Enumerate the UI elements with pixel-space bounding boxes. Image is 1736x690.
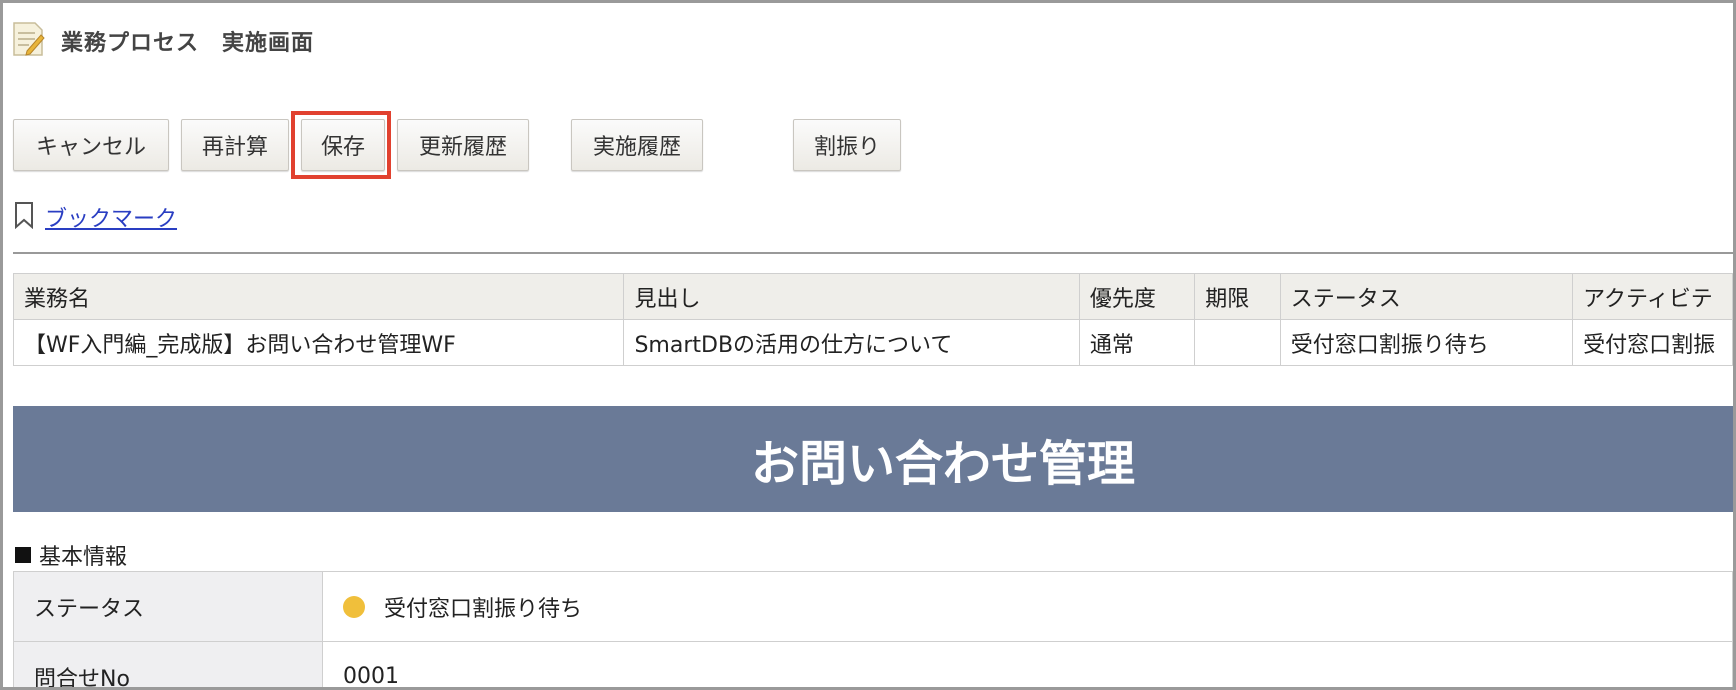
divider <box>13 252 1733 254</box>
cell-status: 受付窓口割振り待ち <box>1279 319 1574 366</box>
execution-history-button[interactable]: 実施履歴 <box>571 119 703 171</box>
basic-info-table: ステータス 受付窓口割振り待ち 問合せNo 0001 <box>13 571 1733 687</box>
bookmark: ブックマーク <box>13 201 177 233</box>
cell-activity: 受付窓口割振 <box>1572 319 1733 366</box>
cell-priority: 通常 <box>1078 319 1196 366</box>
section-title: 基本情報 <box>39 545 128 570</box>
table-row: 問合せNo 0001 <box>13 641 1733 687</box>
bookmark-link[interactable]: ブックマーク <box>45 201 177 233</box>
status-value: 受付窓口割振り待ち <box>384 596 583 622</box>
header-priority: 優先度 <box>1078 273 1196 320</box>
inquiry-no-label: 問合せNo <box>13 641 323 687</box>
header-status: ステータス <box>1279 273 1574 320</box>
recalculate-button[interactable]: 再計算 <box>181 119 289 171</box>
process-info-table: 業務名 見出し 優先度 期限 ステータス アクティビテ 【WF入門編_完成版】お… <box>12 273 1733 366</box>
page-title: 業務プロセス 実施画面 <box>61 31 315 56</box>
memo-icon <box>11 21 45 61</box>
cell-deadline <box>1194 319 1281 366</box>
page-header: 業務プロセス 実施画面 <box>11 21 314 61</box>
assign-button[interactable]: 割振り <box>793 119 901 171</box>
form-title: お問い合わせ管理 <box>750 436 1135 492</box>
inquiry-no-value: 0001 <box>322 641 1733 687</box>
table-row: 【WF入門編_完成版】お問い合わせ管理WF SmartDBの活用の仕方について … <box>12 319 1733 366</box>
status-label: ステータス <box>13 571 323 642</box>
table-row: ステータス 受付窓口割振り待ち <box>13 571 1733 642</box>
window-frame: 業務プロセス 実施画面 キャンセル 再計算 保存 更新履歴 実施履歴 割振り ブ… <box>0 0 1736 690</box>
update-history-button[interactable]: 更新履歴 <box>397 119 529 171</box>
cell-heading: SmartDBの活用の仕方について <box>623 319 1080 366</box>
form-banner: お問い合わせ管理 <box>13 406 1733 512</box>
section-heading: 基本情報 <box>15 539 127 571</box>
header-activity: アクティビテ <box>1572 273 1733 320</box>
header-task-name: 業務名 <box>12 273 625 320</box>
save-button-highlight <box>291 111 391 179</box>
header-deadline: 期限 <box>1194 273 1281 320</box>
bookmark-icon[interactable] <box>13 201 35 233</box>
square-bullet-icon <box>15 547 31 563</box>
status-value-cell: 受付窓口割振り待ち <box>322 571 1733 642</box>
table-header-row: 業務名 見出し 優先度 期限 ステータス アクティビテ <box>12 273 1733 320</box>
cell-task-name: 【WF入門編_完成版】お問い合わせ管理WF <box>12 319 625 366</box>
cancel-button[interactable]: キャンセル <box>13 119 169 171</box>
status-dot-icon <box>343 595 365 618</box>
header-heading: 見出し <box>623 273 1080 320</box>
